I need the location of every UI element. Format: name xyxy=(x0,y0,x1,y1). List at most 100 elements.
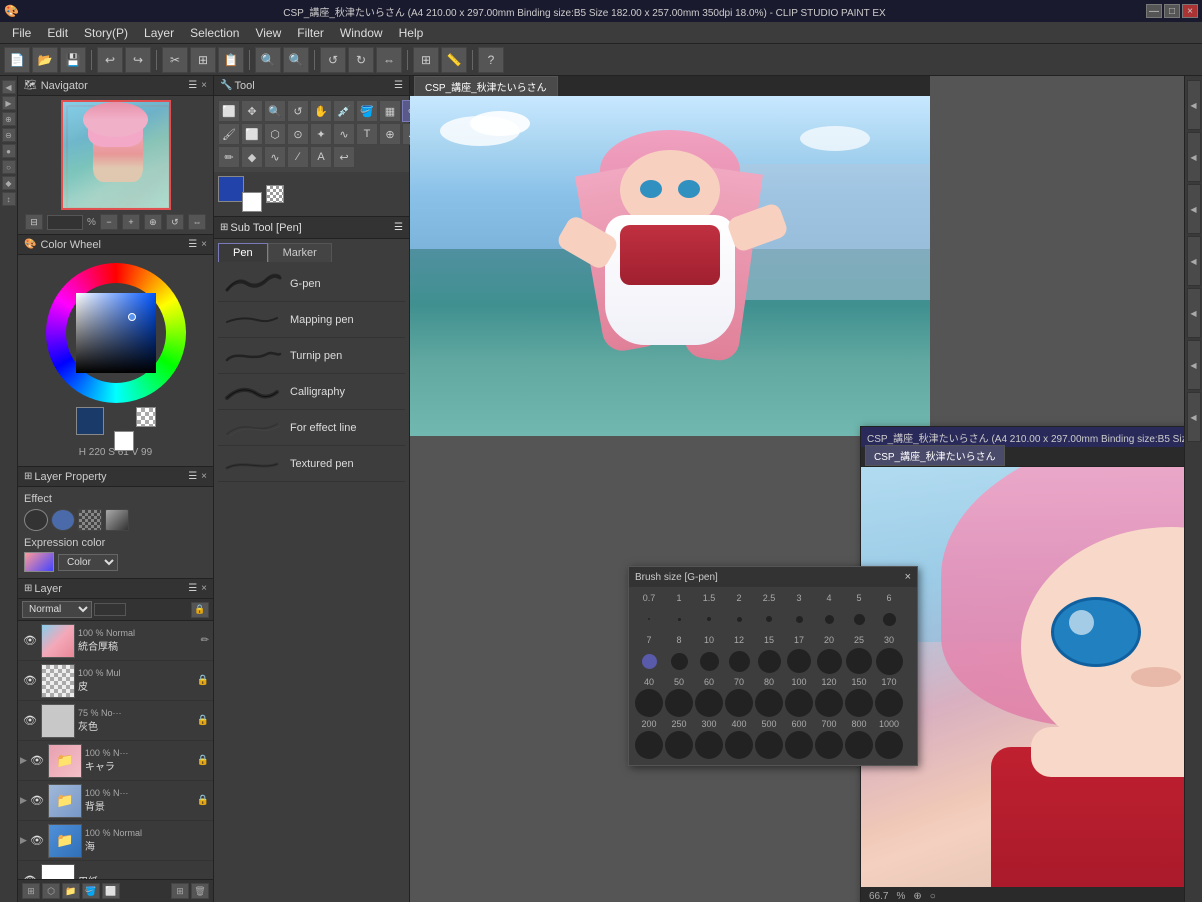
layer-add-fill[interactable]: 🪣 xyxy=(82,883,100,899)
bs-dot-500[interactable] xyxy=(755,731,783,759)
bs-dot-800[interactable] xyxy=(845,731,873,759)
layer-blend-mode-select[interactable]: Normal Multiply Screen Overlay xyxy=(22,601,92,618)
tool-transparent-swatch[interactable] xyxy=(266,185,284,203)
toolbar-rotate-right[interactable]: ↻ xyxy=(348,47,374,73)
minimize-button[interactable]: — xyxy=(1146,4,1162,18)
bs-dot-7[interactable] xyxy=(635,647,663,675)
toolbar-save[interactable]: 💾 xyxy=(60,47,86,73)
layer-collapse-4[interactable]: ▶ xyxy=(20,755,27,766)
menu-view[interactable]: View xyxy=(247,24,289,42)
toolbar-open[interactable]: 📂 xyxy=(32,47,58,73)
tool-magic-wand[interactable]: ✦ xyxy=(310,123,332,145)
tool-ruler[interactable]: ✏ xyxy=(218,146,240,168)
tool-eraser[interactable]: ⬜ xyxy=(241,123,263,145)
layer-item-4[interactable]: ▶ 👁 📁 100 % N··· キャラ 🔒 xyxy=(18,741,213,781)
close-button[interactable]: × xyxy=(1182,4,1198,18)
menu-filter[interactable]: Filter xyxy=(289,24,332,42)
bs-dot-1[interactable] xyxy=(665,605,693,633)
layer-panel-close-icon[interactable]: × xyxy=(201,583,207,594)
menu-story[interactable]: Story(P) xyxy=(76,24,136,42)
layer-copy-btn[interactable]: ⊞ xyxy=(171,883,189,899)
bs-dot-300[interactable] xyxy=(695,731,723,759)
effect-btn-none[interactable] xyxy=(24,509,48,531)
toolbar-zoom-out[interactable]: 🔍 xyxy=(283,47,309,73)
main-canvas-content[interactable] xyxy=(410,96,930,436)
bs-dot-1000[interactable] xyxy=(875,731,903,759)
toolbar-redo[interactable]: ↪ xyxy=(125,47,151,73)
layer-opacity-input[interactable]: 100 xyxy=(94,603,126,616)
canvas-tab-main[interactable]: CSP_講座_秋津たいらさん xyxy=(414,76,558,96)
tool-rotate[interactable]: ↺ xyxy=(287,100,309,122)
bs-dot-4[interactable] xyxy=(815,605,843,633)
layer-eye-7[interactable]: 👁 xyxy=(22,874,38,879)
tool-background-swatch[interactable] xyxy=(242,192,262,212)
toolbar-paste[interactable]: 📋 xyxy=(218,47,244,73)
menu-edit[interactable]: Edit xyxy=(39,24,76,42)
bs-dot-100[interactable] xyxy=(785,689,813,717)
tool-line[interactable]: ∕ xyxy=(287,146,309,168)
toolbar-ruler[interactable]: 📏 xyxy=(441,47,467,73)
tool-foreground-swatch[interactable] xyxy=(218,176,244,202)
left-tb-btn-5[interactable]: ● xyxy=(2,144,16,158)
effect-btn-gradient[interactable] xyxy=(105,509,129,531)
layer-item-2[interactable]: 👁 100 % Mul 皮 🔒 xyxy=(18,661,213,701)
toolbar-copy[interactable]: ⊞ xyxy=(190,47,216,73)
layer-add-folder[interactable]: 📁 xyxy=(62,883,80,899)
layer-item-3[interactable]: 👁 75 % No··· 灰色 🔒 xyxy=(18,701,213,741)
maximize-button[interactable]: □ xyxy=(1164,4,1180,18)
toolbar-flip[interactable]: ⇔ xyxy=(376,47,402,73)
tool-fill[interactable]: 🪣 xyxy=(356,100,378,122)
effect-btn-color[interactable] xyxy=(51,509,75,531)
left-tb-btn-1[interactable]: ◀ xyxy=(2,80,16,94)
tool-text[interactable]: T xyxy=(356,123,378,145)
brush-item-effect[interactable]: For effect line xyxy=(218,410,405,446)
bs-dot-60[interactable] xyxy=(695,689,723,717)
bs-dot-600[interactable] xyxy=(785,731,813,759)
menu-layer[interactable]: Layer xyxy=(136,24,182,42)
tool-shape[interactable]: ◆ xyxy=(241,146,263,168)
sub-tool-menu-icon[interactable]: ☰ xyxy=(394,222,403,233)
tool-select[interactable]: ⬡ xyxy=(264,123,286,145)
frp-btn-2[interactable]: ◀ xyxy=(1187,132,1201,182)
nav-rotate-btn[interactable]: ↺ xyxy=(166,214,184,230)
foreground-color-swatch[interactable] xyxy=(76,407,104,435)
layer-eye-6[interactable]: 👁 xyxy=(29,834,45,847)
bs-dot-50[interactable] xyxy=(665,689,693,717)
brush-item-mapping[interactable]: Mapping pen xyxy=(218,302,405,338)
tool-zoom[interactable]: 🔍 xyxy=(264,100,286,122)
bs-dot-170[interactable] xyxy=(875,689,903,717)
toolbar-help[interactable]: ? xyxy=(478,47,504,73)
nav-flip-btn[interactable]: ⇔ xyxy=(188,214,206,230)
left-tb-btn-7[interactable]: ◆ xyxy=(2,176,16,190)
toolbar-grid[interactable]: ⊞ xyxy=(413,47,439,73)
layer-item-1[interactable]: 👁 100 % Normal 統合厚稿 ✏ xyxy=(18,621,213,661)
bs-dot-15c[interactable] xyxy=(755,647,783,675)
bs-dot-20[interactable] xyxy=(815,647,843,675)
background-color-swatch[interactable] xyxy=(114,431,134,451)
left-tb-btn-6[interactable]: ○ xyxy=(2,160,16,174)
toolbar-cut[interactable]: ✂ xyxy=(162,47,188,73)
bs-dot-120[interactable] xyxy=(815,689,843,717)
canvas-area[interactable]: CSP_講座_秋津たいらさん xyxy=(410,76,1184,902)
toolbar-rotate-left[interactable]: ↺ xyxy=(320,47,346,73)
brush-size-close-btn[interactable]: × xyxy=(905,571,911,583)
frp-btn-7[interactable]: ◀ xyxy=(1187,392,1201,442)
bs-dot-6[interactable] xyxy=(875,605,903,633)
second-status-icon2[interactable]: ○ xyxy=(930,891,936,902)
brush-item-textured[interactable]: Textured pen xyxy=(218,446,405,482)
layer-panel-menu-icon[interactable]: ☰ xyxy=(188,583,197,594)
tool-vector[interactable]: ⊕ xyxy=(379,123,401,145)
brush-item-gpen[interactable]: G-pen xyxy=(218,266,405,302)
bs-dot-12[interactable] xyxy=(725,647,753,675)
second-status-icon1[interactable]: ⊕ xyxy=(913,891,921,902)
bs-dot-10[interactable] xyxy=(695,647,723,675)
bs-dot-8[interactable] xyxy=(665,647,693,675)
bs-dot-25c[interactable] xyxy=(845,647,873,675)
brush-item-turnip[interactable]: Turnip pen xyxy=(218,338,405,374)
menu-window[interactable]: Window xyxy=(332,24,391,42)
bs-dot-07[interactable] xyxy=(635,605,663,633)
tool-font[interactable]: A xyxy=(310,146,332,168)
navigator-close-icon[interactable]: × xyxy=(201,80,207,91)
tool-lasso[interactable]: ⊙ xyxy=(287,123,309,145)
bs-dot-25[interactable] xyxy=(755,605,783,633)
